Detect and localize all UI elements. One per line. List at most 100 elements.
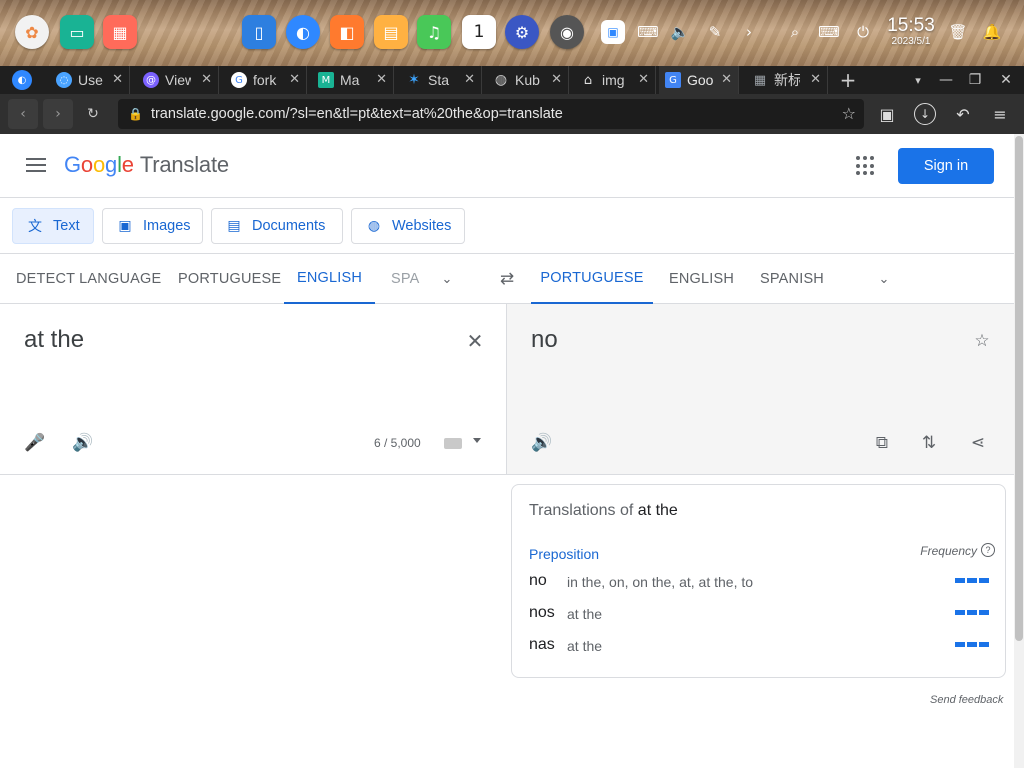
- pen-icon[interactable]: ✎: [703, 20, 727, 44]
- page-scrollbar[interactable]: [1014, 134, 1024, 768]
- url-bar[interactable]: 🔒 translate.google.com/?sl=en&tl=pt&text…: [118, 99, 864, 129]
- dictionary-entry[interactable]: nos at the: [529, 604, 989, 624]
- expand-tray-icon[interactable]: ›: [737, 20, 761, 44]
- tab-close-icon[interactable]: ✕: [201, 72, 212, 87]
- clear-text-icon[interactable]: ✕: [464, 329, 486, 353]
- download-icon[interactable]: ↓: [914, 103, 936, 125]
- tab-fork[interactable]: G fork ✕: [225, 66, 307, 94]
- source-text-pane[interactable]: at the ✕ 🎤 🔊 6 / 5,000: [0, 304, 507, 475]
- entry-synonyms: at the: [567, 606, 603, 622]
- input-method-icon[interactable]: ⌨: [817, 20, 841, 44]
- tab-use[interactable]: ◌ Use ✕: [50, 66, 130, 94]
- target-lang-more-chevron-icon[interactable]: ⌄: [874, 269, 894, 289]
- globe-favicon-icon: ◍: [494, 72, 508, 88]
- forward-button[interactable]: ›: [43, 99, 73, 129]
- tab-close-icon[interactable]: ✕: [376, 72, 387, 87]
- mode-websites-button[interactable]: ◍ Websites: [351, 208, 465, 244]
- tab-img[interactable]: ⌂ img ✕: [574, 66, 656, 94]
- source-lang-english[interactable]: ENGLISH: [284, 254, 375, 304]
- dictionary-entry[interactable]: no in the, on, on the, at, at the, to: [529, 572, 989, 592]
- source-lang-portuguese[interactable]: PORTUGUESE: [178, 254, 281, 304]
- new-tab-plus-icon[interactable]: +: [838, 68, 858, 92]
- tab-close-icon[interactable]: ✕: [638, 72, 649, 87]
- launcher-icon[interactable]: ✿: [15, 15, 49, 49]
- swap-languages-icon[interactable]: ⇄: [496, 269, 518, 289]
- calendar-icon[interactable]: 1: [462, 15, 496, 49]
- copy-icon[interactable]: ⧉: [871, 432, 893, 454]
- sign-in-button[interactable]: Sign in: [898, 148, 994, 184]
- send-feedback-link[interactable]: Send feedback: [930, 694, 1003, 706]
- back-button[interactable]: ‹: [8, 99, 38, 129]
- trash-icon[interactable]: 🗑: [946, 20, 970, 44]
- screenshot-tray-icon[interactable]: ▣: [601, 20, 625, 44]
- browser-menu-tab[interactable]: ◐: [6, 66, 48, 94]
- keyboard-icon[interactable]: [444, 438, 462, 449]
- mode-documents-button[interactable]: ▤ Documents: [211, 208, 343, 244]
- tab-close-icon[interactable]: ✕: [112, 72, 123, 87]
- browser-toolbar: ‹ › ↻ 🔒 translate.google.com/?sl=en&tl=p…: [0, 94, 1024, 134]
- notification-bell-icon[interactable]: 🔔: [980, 20, 1004, 44]
- clock[interactable]: 15:53 2023/5/1: [884, 16, 938, 48]
- browser-logo-icon: ◐: [12, 70, 32, 90]
- bookmark-star-icon[interactable]: ☆: [842, 104, 856, 123]
- source-lang-spanish[interactable]: SPA: [391, 254, 423, 304]
- photos-icon[interactable]: ▤: [374, 15, 408, 49]
- tab-close-icon[interactable]: ✕: [551, 72, 562, 87]
- keyboard-dropdown-icon[interactable]: [473, 438, 481, 443]
- tab-sta[interactable]: ✶ Sta ✕: [400, 66, 482, 94]
- scrollbar-thumb[interactable]: [1015, 136, 1023, 641]
- logo-letter: g: [105, 152, 118, 177]
- entry-word[interactable]: nos: [529, 604, 555, 622]
- share-icon[interactable]: ⋖: [967, 432, 989, 454]
- keyboard-tray-icon[interactable]: ⌨: [636, 20, 660, 44]
- settings-icon[interactable]: ⚙: [505, 15, 539, 49]
- source-lang-detect[interactable]: DETECT LANGUAGE: [16, 254, 161, 304]
- entry-word[interactable]: no: [529, 572, 547, 590]
- minimize-icon[interactable]: —: [936, 70, 956, 90]
- power-icon[interactable]: ⏻: [851, 20, 875, 44]
- microphone-icon[interactable]: 🎤: [24, 432, 46, 454]
- close-window-icon[interactable]: ✕: [996, 70, 1016, 90]
- mode-text-button[interactable]: 文 Text: [12, 208, 94, 244]
- file-manager-icon[interactable]: ▯: [242, 15, 276, 49]
- tab-ma[interactable]: M Ma ✕: [312, 66, 394, 94]
- music-icon[interactable]: ♫: [417, 15, 451, 49]
- target-lang-spanish[interactable]: SPANISH: [760, 254, 824, 304]
- target-lang-portuguese[interactable]: PORTUGUESE: [531, 254, 653, 304]
- reload-button[interactable]: ↻: [78, 99, 108, 129]
- collections-icon[interactable]: ▣: [876, 103, 898, 125]
- frequency-help-icon[interactable]: ?: [981, 543, 995, 557]
- listen-source-icon[interactable]: 🔊: [72, 432, 94, 454]
- tab-list-chevron-icon[interactable]: ▾: [908, 70, 928, 90]
- search-icon[interactable]: ⌕: [783, 20, 807, 44]
- tab-close-icon[interactable]: ✕: [721, 72, 732, 87]
- tab-close-icon[interactable]: ✕: [289, 72, 300, 87]
- volume-icon[interactable]: 🔈: [668, 20, 692, 44]
- tab-new-tab[interactable]: ▦ 新标 ✕: [746, 66, 828, 94]
- target-lang-english[interactable]: ENGLISH: [669, 254, 734, 304]
- google-translate-logo[interactable]: Google Translate: [64, 152, 229, 178]
- listen-translation-icon[interactable]: 🔊: [531, 432, 553, 454]
- menu-icon[interactable]: ≡: [989, 103, 1011, 125]
- source-lang-more-chevron-icon[interactable]: ⌄: [437, 269, 457, 289]
- mode-images-button[interactable]: ▣ Images: [102, 208, 203, 244]
- store-bag-icon[interactable]: ◧: [330, 15, 364, 49]
- app-store-icon[interactable]: ▦: [103, 15, 137, 49]
- source-text[interactable]: at the: [24, 326, 84, 354]
- tab-google-translate[interactable]: G Goo ✕: [659, 66, 739, 94]
- disk-icon[interactable]: ◉: [550, 15, 584, 49]
- dictionary-entry[interactable]: nas at the: [529, 636, 989, 656]
- terminal-icon[interactable]: ▭: [60, 15, 94, 49]
- tab-close-icon[interactable]: ✕: [810, 72, 821, 87]
- undo-icon[interactable]: ↶: [952, 103, 974, 125]
- tab-view[interactable]: @ View ✕: [137, 66, 219, 94]
- restore-icon[interactable]: ❐: [965, 70, 985, 90]
- browser-icon[interactable]: ◐: [286, 15, 320, 49]
- tab-kub[interactable]: ◍ Kub ✕: [487, 66, 569, 94]
- rate-translation-icon[interactable]: ⇅: [918, 432, 940, 454]
- tab-close-icon[interactable]: ✕: [464, 72, 475, 87]
- entry-word[interactable]: nas: [529, 636, 555, 654]
- google-apps-icon[interactable]: [856, 156, 876, 176]
- save-translation-star-icon[interactable]: ☆: [971, 330, 993, 352]
- hamburger-menu-icon[interactable]: [24, 154, 48, 178]
